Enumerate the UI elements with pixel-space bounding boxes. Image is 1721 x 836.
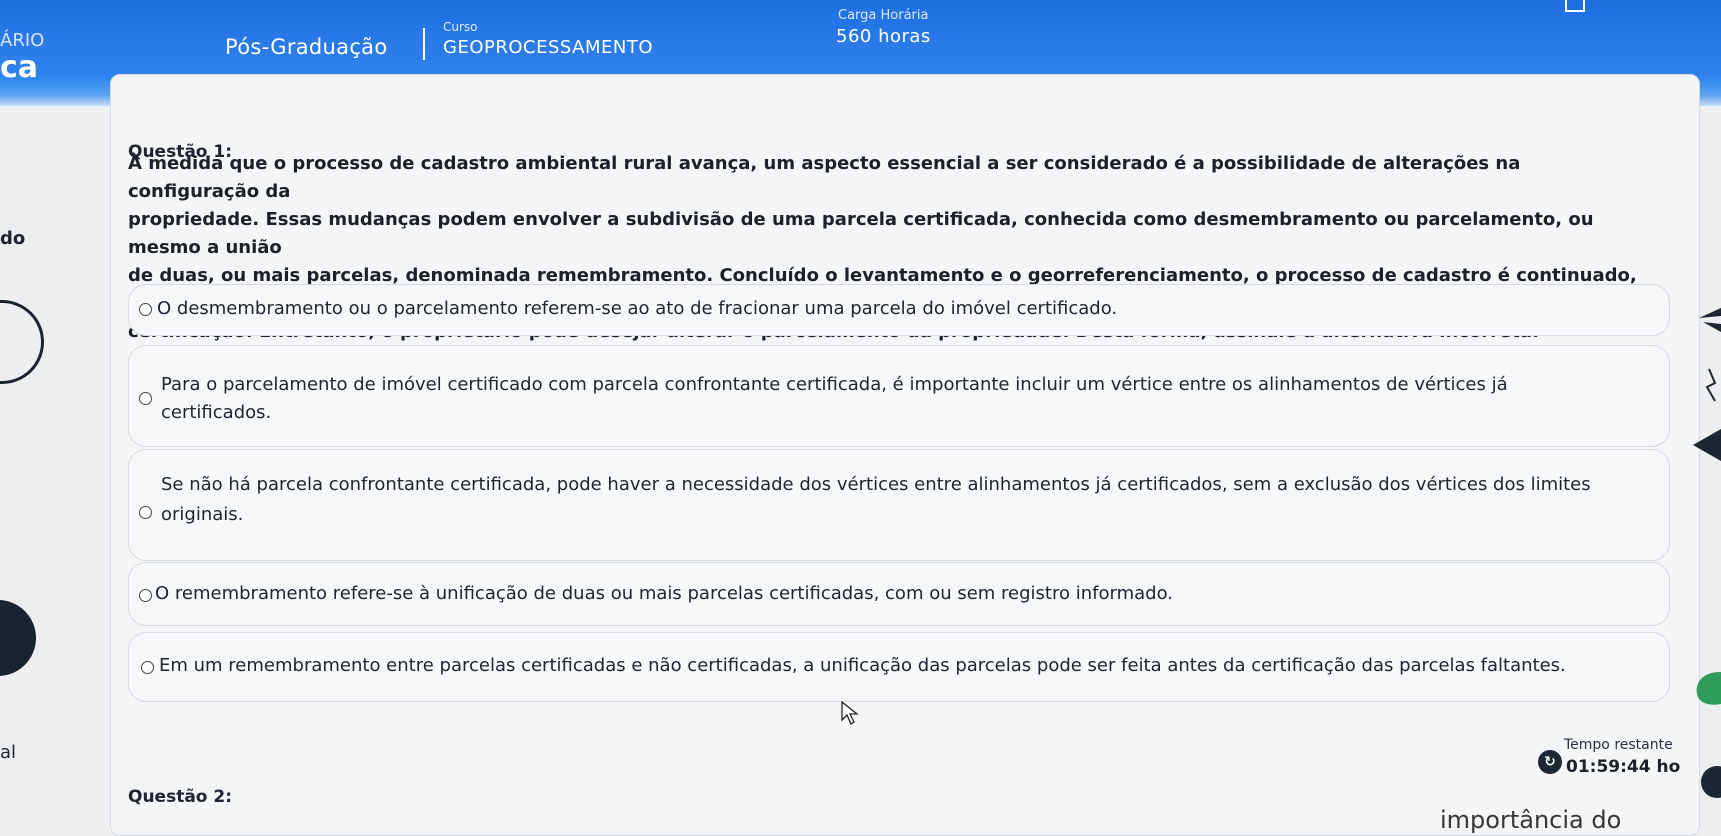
hours-value: 560 horas [836, 26, 931, 47]
radio-option-5[interactable] [141, 661, 154, 674]
side-cut-text-2: al [0, 742, 17, 763]
top-header: ÁRIO ca Pós-Graduação Curso GEOPROCESSAM… [0, 0, 1721, 106]
bottom-cut-text: importância do [1440, 806, 1622, 834]
option-3[interactable]: Se não há parcela confrontante certifica… [128, 449, 1670, 561]
course-name: GEOPROCESSAMENTO [443, 37, 653, 58]
option-2-text-line2: certificados. [161, 402, 272, 423]
clock-icon: ↻ [1538, 750, 1562, 774]
radio-option-1[interactable] [139, 303, 152, 316]
radio-option-4[interactable] [139, 589, 152, 602]
option-5[interactable]: Em um remembramento entre parcelas certi… [128, 632, 1670, 702]
mouse-cursor-icon [841, 700, 859, 725]
option-1[interactable]: O desmembramento ou o parcelamento refer… [128, 284, 1670, 336]
timer-label: Tempo restante [1564, 737, 1673, 753]
option-3-text-line1: Se não há parcela confrontante certifica… [161, 474, 1591, 495]
left-ring-icon [0, 300, 44, 384]
timer-value: 01:59:44 ho [1566, 757, 1681, 777]
option-3-text-line2: originais. [161, 504, 244, 525]
help-icon[interactable] [1681, 762, 1721, 802]
option-4-text: O remembramento refere-se à unificação d… [155, 583, 1173, 604]
left-dot-icon [0, 600, 36, 676]
option-2-text-line1: Para o parcelamento de imóvel certificad… [161, 374, 1508, 395]
header-divider [423, 28, 425, 60]
window-control-icon[interactable] [1565, 0, 1585, 12]
radio-option-2[interactable] [139, 392, 152, 405]
right-edge-icon[interactable] [1681, 300, 1721, 340]
option-4[interactable]: O remembramento refere-se à unificação d… [128, 562, 1670, 626]
side-cut-text: do [0, 228, 26, 249]
chat-icon[interactable] [1681, 668, 1721, 708]
right-edge-icon-3[interactable] [1681, 425, 1721, 465]
radio-option-3[interactable] [139, 506, 152, 519]
option-5-text: Em um remembramento entre parcelas certi… [159, 655, 1566, 676]
question-2-title: Questão 2: [128, 787, 233, 807]
stem-line: propriedade. Essas mudanças podem envolv… [128, 209, 1594, 258]
program-label: Pós-Graduação [225, 35, 388, 59]
right-edge-icon-2[interactable] [1681, 365, 1721, 405]
header-cut-text: ÁRIO [0, 30, 45, 51]
option-2[interactable]: Para o parcelamento de imóvel certificad… [128, 345, 1670, 447]
option-1-text: O desmembramento ou o parcelamento refer… [157, 298, 1118, 319]
stem-line: À medida que o processo de cadastro ambi… [128, 153, 1521, 202]
course-label: Curso [443, 20, 478, 34]
hours-label: Carga Horária [838, 8, 929, 23]
